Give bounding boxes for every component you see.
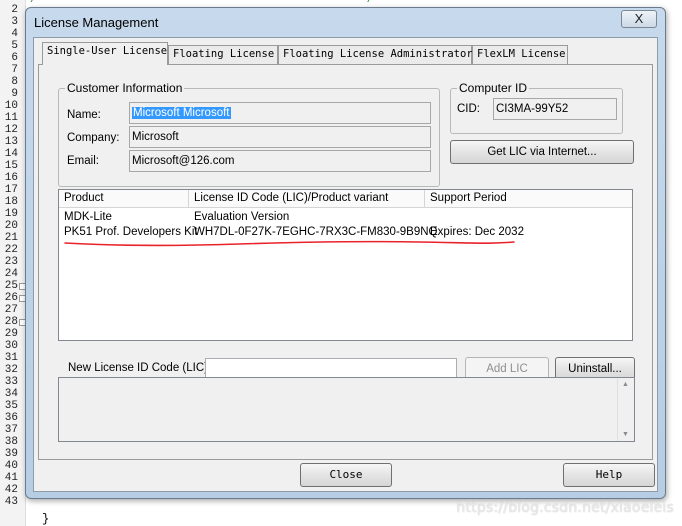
line-number: 3 bbox=[11, 16, 18, 28]
name-field[interactable]: Microsoft Microsoft bbox=[129, 102, 431, 124]
tab-floating-license[interactable]: Floating License bbox=[168, 45, 278, 64]
line-number: 36 bbox=[4, 412, 18, 424]
line-number: 40 bbox=[4, 460, 18, 472]
message-box[interactable]: ▲ ▼ bbox=[58, 377, 635, 442]
email-field[interactable]: Microsoft@126.com bbox=[129, 150, 431, 172]
line-number: 10 bbox=[4, 100, 18, 112]
column-support-period[interactable]: Support Period bbox=[425, 190, 632, 208]
line-number: 24 bbox=[4, 268, 18, 280]
line-number: 33 bbox=[4, 376, 18, 388]
line-number-gutter: 2 3 4 5 6 7 8 9 10 11 12 13 14 15 16 17 18 19 20 21 22 23 24 25… bbox=[0, 0, 26, 526]
license-row[interactable]: MDK-Lite Evaluation Version bbox=[59, 210, 632, 225]
close-icon: X bbox=[634, 11, 644, 26]
line-number: 25 bbox=[4, 280, 18, 292]
dialog-title: License Management bbox=[34, 15, 159, 30]
name-label: Name: bbox=[67, 109, 101, 121]
line-number: 43 bbox=[4, 496, 18, 508]
new-lic-label: New License ID Code (LIC): bbox=[68, 362, 212, 374]
line-number: 13 bbox=[4, 136, 18, 148]
tab-floating-license-administrator[interactable]: Floating License Administrator bbox=[278, 45, 473, 64]
line-number: 28 bbox=[4, 316, 18, 328]
line-number: 17 bbox=[4, 184, 18, 196]
license-row[interactable]: PK51 Prof. Developers Kit WH7DL-0F27K-7E… bbox=[59, 225, 632, 240]
tab-single-user-license[interactable]: Single-User License bbox=[42, 42, 168, 65]
code-closing-brace: } bbox=[42, 512, 50, 526]
single-user-license-panel: Customer Information Name: Microsoft Mic… bbox=[38, 64, 653, 460]
computer-id-title: Computer ID bbox=[457, 81, 530, 95]
watermark-text: https://blog.csdn.net/xiaoeleis bbox=[456, 500, 674, 516]
column-product[interactable]: Product bbox=[59, 190, 189, 208]
line-number: 37 bbox=[4, 424, 18, 436]
line-number: 12 bbox=[4, 124, 18, 136]
name-value: Microsoft Microsoft bbox=[132, 107, 231, 119]
cid-field[interactable]: CI3MA-99Y52 bbox=[493, 98, 617, 120]
line-number: 22 bbox=[4, 244, 18, 256]
line-number: 18 bbox=[4, 196, 18, 208]
license-management-dialog: License Management X Single-User License… bbox=[25, 7, 666, 499]
line-number: 39 bbox=[4, 448, 18, 460]
line-number: 34 bbox=[4, 388, 18, 400]
dialog-client-area: Single-User License Floating License Flo… bbox=[33, 37, 658, 492]
scroll-up-icon[interactable]: ▲ bbox=[622, 381, 629, 388]
line-number: 2 bbox=[11, 4, 18, 16]
line-number: 21 bbox=[4, 232, 18, 244]
company-field[interactable]: Microsoft bbox=[129, 126, 431, 148]
line-number: 41 bbox=[4, 472, 18, 484]
license-list[interactable]: Product License ID Code (LIC)/Product va… bbox=[58, 189, 633, 341]
dialog-titlebar[interactable]: License Management X bbox=[26, 8, 665, 36]
row-lic: Evaluation Version bbox=[194, 211, 290, 223]
cid-label: CID: bbox=[457, 103, 480, 115]
window-close-button[interactable]: X bbox=[621, 10, 657, 28]
code-comment-line: /* *************************************… bbox=[30, 0, 374, 6]
line-number: 5 bbox=[11, 40, 18, 52]
line-number: 31 bbox=[4, 352, 18, 364]
line-number: 30 bbox=[4, 340, 18, 352]
tab-flexlm-license[interactable]: FlexLM License bbox=[472, 45, 568, 64]
company-label: Company: bbox=[67, 132, 120, 144]
line-number: 16 bbox=[4, 172, 18, 184]
email-label: Email: bbox=[67, 155, 99, 167]
line-number: 14 bbox=[4, 148, 18, 160]
line-number: 29 bbox=[4, 328, 18, 340]
line-number: 38 bbox=[4, 436, 18, 448]
license-list-header: Product License ID Code (LIC)/Product va… bbox=[59, 190, 632, 208]
line-number: 26 bbox=[4, 292, 18, 304]
line-number: 8 bbox=[11, 76, 18, 88]
line-number: 11 bbox=[4, 112, 18, 124]
line-number: 9 bbox=[11, 88, 18, 100]
line-number: 4 bbox=[11, 28, 18, 40]
scroll-down-icon[interactable]: ▼ bbox=[622, 431, 629, 438]
line-number: 19 bbox=[4, 208, 18, 220]
customer-information-title: Customer Information bbox=[65, 81, 185, 95]
row-support: Expires: Dec 2032 bbox=[430, 226, 524, 238]
row-product: MDK-Lite bbox=[64, 211, 112, 223]
line-number: 7 bbox=[11, 64, 18, 76]
customer-information-group: Customer Information Name: Microsoft Mic… bbox=[58, 81, 440, 187]
row-product: PK51 Prof. Developers Kit bbox=[64, 226, 198, 238]
line-number: 15 bbox=[4, 160, 18, 172]
help-button[interactable]: Help bbox=[563, 463, 655, 487]
line-number: 42 bbox=[4, 484, 18, 496]
line-number: 20 bbox=[4, 220, 18, 232]
computer-id-group: Computer ID CID: CI3MA-99Y52 bbox=[450, 81, 623, 134]
close-button[interactable]: Close bbox=[300, 463, 392, 487]
get-lic-via-internet-button[interactable]: Get LIC via Internet... bbox=[450, 140, 634, 164]
line-number: 27 bbox=[4, 304, 18, 316]
line-number: 6 bbox=[11, 52, 18, 64]
new-lic-input[interactable] bbox=[205, 358, 457, 379]
line-number: 32 bbox=[4, 364, 18, 376]
row-lic: WH7DL-0F27K-7EGHC-7RX3C-FM830-9B9NQ bbox=[194, 226, 438, 238]
column-license-id-code[interactable]: License ID Code (LIC)/Product variant bbox=[189, 190, 425, 208]
line-number: 23 bbox=[4, 256, 18, 268]
message-scrollbar[interactable]: ▲ ▼ bbox=[617, 378, 634, 441]
line-number: 35 bbox=[4, 400, 18, 412]
